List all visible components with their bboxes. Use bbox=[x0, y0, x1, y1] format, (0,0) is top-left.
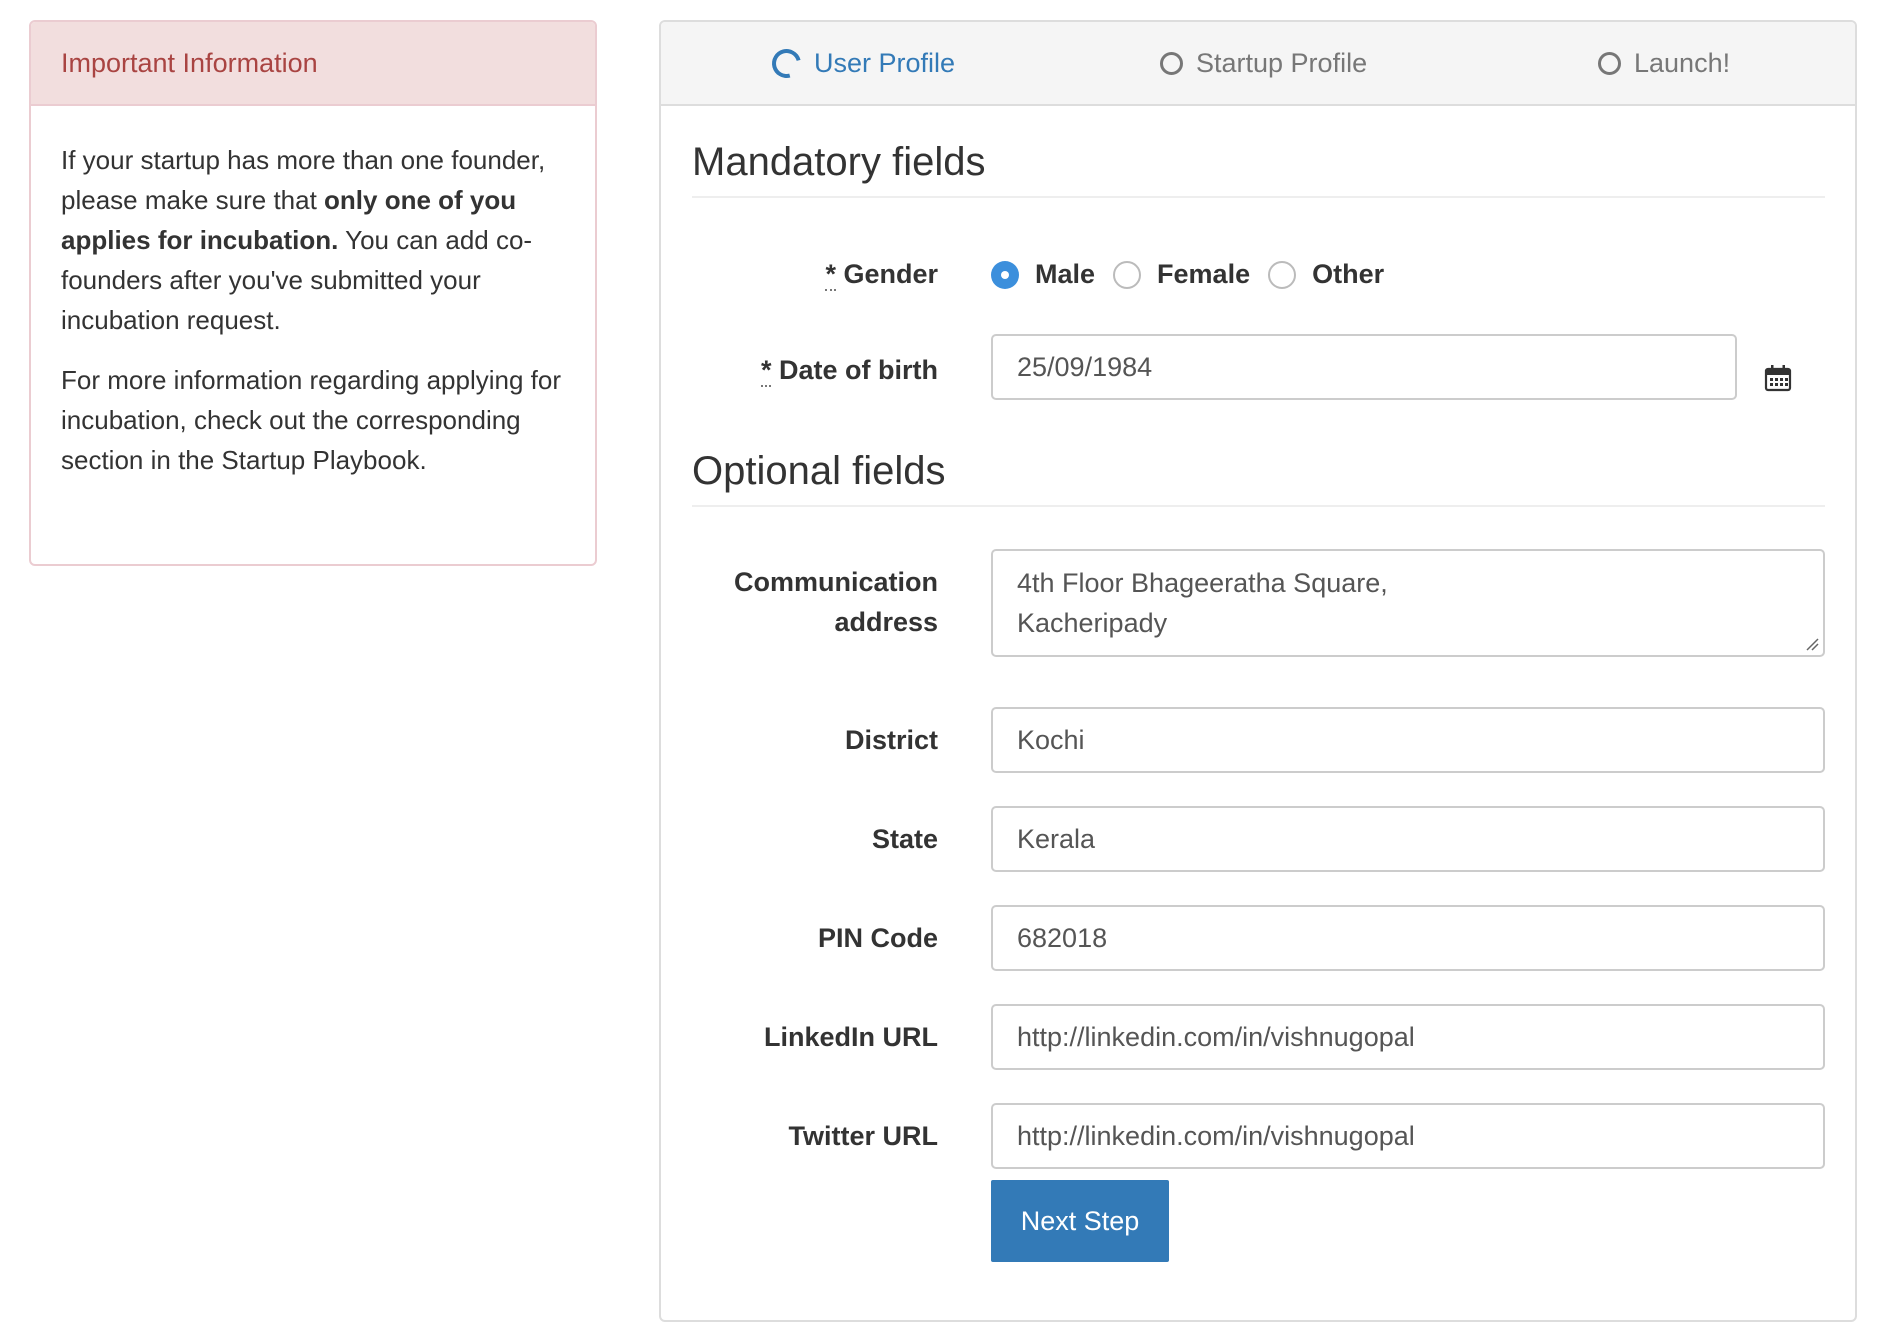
calendar-icon[interactable] bbox=[1764, 364, 1792, 392]
info-paragraph-playbook: For more information regarding applying … bbox=[61, 365, 562, 475]
section-divider bbox=[692, 196, 1825, 198]
linkedin-input[interactable]: http://linkedin.com/in/vishnugopal bbox=[991, 1004, 1825, 1070]
spinner-ring-icon bbox=[766, 43, 807, 83]
linkedin-label: LinkedIn URL bbox=[764, 1022, 938, 1052]
address-label-line: Communication bbox=[733, 567, 938, 597]
dob-input[interactable]: 25/09/1984 bbox=[991, 334, 1737, 400]
state-label: State bbox=[871, 824, 938, 854]
address-label: Communication address bbox=[734, 562, 938, 642]
info-paragraph-founders: If your startup has more than one founde… bbox=[61, 140, 565, 340]
dob-value: 25/09/1984 bbox=[1017, 351, 1153, 382]
gender-option-female[interactable]: Female bbox=[1113, 259, 1250, 290]
district-label: District bbox=[844, 725, 938, 755]
radio-checked[interactable] bbox=[991, 260, 1019, 289]
district-value: Kochi bbox=[1017, 724, 1085, 755]
circle-outline-icon bbox=[1160, 51, 1183, 75]
optional-section-title: Optional fields bbox=[692, 449, 946, 493]
info-panel-title: Important Information bbox=[61, 47, 318, 78]
address-text-line: Kacheripady bbox=[1017, 608, 1168, 638]
step-label: User Profile bbox=[814, 47, 956, 78]
step-user-profile[interactable]: User Profile bbox=[766, 22, 956, 104]
profile-wizard: User Profile Startup Profile Launch! Man… bbox=[659, 20, 1857, 1322]
twitter-label: Twitter URL bbox=[788, 1121, 939, 1151]
radio-label: Male bbox=[1035, 259, 1096, 289]
info-panel-header: Important Information bbox=[31, 22, 595, 106]
state-input[interactable]: Kerala bbox=[991, 806, 1825, 872]
step-label: Launch! bbox=[1634, 47, 1731, 78]
gender-label-text: Gender bbox=[843, 259, 938, 289]
address-label-line: address bbox=[834, 607, 938, 637]
required-marker: * bbox=[825, 259, 836, 291]
address-text-line: 4th Floor Bhageeratha Square, bbox=[1017, 568, 1388, 598]
state-value: Kerala bbox=[1017, 823, 1096, 854]
circle-outline-icon bbox=[1598, 51, 1621, 75]
radio-label: Female bbox=[1157, 259, 1251, 289]
wizard-steps: User Profile Startup Profile Launch! bbox=[661, 22, 1855, 106]
pin-label: PIN Code bbox=[817, 923, 938, 953]
pin-input[interactable]: 682018 bbox=[991, 905, 1825, 971]
linkedin-value: http://linkedin.com/in/vishnugopal bbox=[1017, 1021, 1415, 1052]
radio-label: Other bbox=[1312, 259, 1385, 289]
step-startup-profile[interactable]: Startup Profile bbox=[1160, 22, 1367, 104]
resize-handle-icon[interactable] bbox=[1805, 637, 1819, 651]
radio-unchecked[interactable] bbox=[1268, 260, 1297, 289]
step-label: Startup Profile bbox=[1196, 47, 1368, 78]
dob-label: * Date of birth bbox=[760, 350, 938, 390]
gender-radio-group: Male Female Other bbox=[991, 259, 1402, 290]
next-step-button[interactable]: Next Step bbox=[991, 1180, 1169, 1262]
required-marker: * bbox=[760, 355, 772, 387]
address-textarea[interactable]: 4th Floor Bhageeratha Square, Kacheripad… bbox=[991, 549, 1825, 657]
twitter-value: http://linkedin.com/in/vishnugopal bbox=[1017, 1120, 1415, 1151]
gender-label: * Gender bbox=[825, 254, 938, 294]
dob-label-text: Date of birth bbox=[779, 355, 938, 385]
step-launch[interactable]: Launch! bbox=[1598, 22, 1730, 104]
radio-unchecked[interactable] bbox=[1113, 260, 1142, 289]
info-panel-body: If your startup has more than one founde… bbox=[31, 106, 595, 480]
gender-option-other[interactable]: Other bbox=[1268, 259, 1384, 290]
important-info-panel: Important Information If your startup ha… bbox=[29, 20, 597, 566]
pin-value: 682018 bbox=[1017, 922, 1108, 953]
mandatory-section-title: Mandatory fields bbox=[692, 140, 986, 184]
section-divider bbox=[692, 505, 1825, 507]
twitter-input[interactable]: http://linkedin.com/in/vishnugopal bbox=[991, 1103, 1825, 1169]
district-input[interactable]: Kochi bbox=[991, 707, 1825, 773]
gender-option-male[interactable]: Male bbox=[991, 259, 1095, 290]
